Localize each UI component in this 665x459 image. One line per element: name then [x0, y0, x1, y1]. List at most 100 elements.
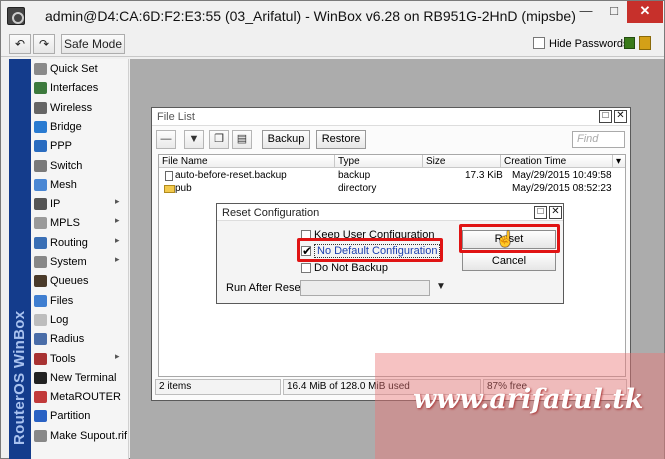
keep-user-config-option[interactable]: Keep User Configuration [301, 229, 434, 241]
sidebar-item-files[interactable]: Files [31, 292, 129, 311]
main-toolbar: ↶ ↷ Safe Mode Hide Passwords [1, 31, 664, 57]
run-after-reset-label: Run After Reset: [226, 282, 307, 294]
redo-button[interactable]: ↷ [33, 34, 55, 54]
sidebar-item-radius[interactable]: Radius [31, 330, 129, 349]
supout-icon [34, 429, 47, 442]
type-cell: backup [338, 170, 371, 181]
do-not-backup-label: Do Not Backup [314, 262, 388, 274]
sidebar-item-switch[interactable]: Switch [31, 157, 129, 176]
hide-passwords-toggle[interactable]: Hide Passwords [533, 37, 628, 50]
sidebar-item-label: Mesh [50, 178, 77, 191]
dropdown-arrow-icon[interactable]: ▼ [436, 281, 446, 292]
sidebar-item-log[interactable]: Log [31, 311, 129, 330]
restore-button[interactable]: Restore [316, 130, 366, 149]
mesh-icon [34, 178, 47, 191]
do-not-backup-checkbox[interactable] [301, 263, 311, 273]
column-menu-icon[interactable]: ▾ [613, 155, 625, 168]
close-button[interactable]: ✕ [627, 1, 663, 23]
reset-dialog-title: Reset Configuration [222, 207, 320, 219]
file-list-titlebar: File List □ ✕ [152, 108, 630, 126]
sidebar-item-ppp[interactable]: PPP [31, 137, 129, 156]
undo-button[interactable]: ↶ [9, 34, 31, 54]
safe-mode-button[interactable]: Safe Mode [61, 34, 125, 54]
wireless-icon [34, 101, 47, 114]
sidebar-item-make-supout-rif[interactable]: Make Supout.rif [31, 427, 129, 446]
sidebar-item-label: Interfaces [50, 82, 99, 95]
sidebar-item-mesh[interactable]: Mesh [31, 176, 129, 195]
queues-icon [34, 275, 47, 288]
column-size[interactable]: Size [423, 155, 501, 168]
brand-label: RouterOS WinBox [11, 310, 28, 445]
table-row[interactable]: auto-before-reset.backup backup 17.3 KiB… [159, 169, 625, 182]
hide-passwords-checkbox[interactable] [533, 37, 545, 49]
terminal-icon [34, 371, 47, 384]
radius-icon [34, 333, 47, 346]
sidebar-item-label: System [50, 256, 87, 268]
column-creation-time[interactable]: Creation Time [501, 155, 613, 168]
sidebar-item-mpls[interactable]: MPLS ▸ [31, 214, 129, 233]
paste-icon[interactable]: ▤ [232, 130, 252, 149]
sidebar-item-metarouter[interactable]: MetaROUTER [31, 388, 129, 407]
copy-icon[interactable]: ❐ [209, 130, 229, 149]
backup-button[interactable]: Backup [262, 130, 310, 149]
routeros-brand-strip: RouterOS WinBox [9, 59, 31, 459]
sidebar-item-ip[interactable]: IP ▸ [31, 195, 129, 214]
mpls-icon [34, 217, 47, 230]
file-name-cell: auto-before-reset.backup [175, 170, 287, 181]
minimize-button[interactable]: — [571, 1, 601, 23]
sidebar-item-quick-set[interactable]: Quick Set [31, 60, 129, 79]
sidebar-item-partition[interactable]: Partition [31, 407, 129, 426]
sidebar-item-label: Make Supout.rif [50, 429, 128, 442]
bridge-icon [34, 120, 47, 133]
no-default-config-option[interactable]: No Default Configuration [301, 244, 441, 258]
sidebar-item-wireless[interactable]: Wireless [31, 99, 129, 118]
column-type[interactable]: Type [335, 155, 423, 168]
ppp-icon [34, 140, 47, 153]
sidebar-item-label: MPLS [50, 217, 80, 230]
quick-set-icon [34, 63, 47, 75]
remove-icon[interactable]: — [156, 130, 176, 149]
time-cell: May/29/2015 08:52:23 [512, 183, 612, 194]
winbox-window: admin@D4:CA:6D:F2:E3:55 (03_Arifatul) - … [0, 0, 665, 459]
reset-dialog-maximize-button[interactable]: □ [534, 206, 547, 219]
reset-dialog-close-button[interactable]: ✕ [549, 206, 562, 219]
sidebar-item-tools[interactable]: Tools ▸ [31, 350, 129, 369]
sidebar-item-label: PPP [50, 140, 73, 153]
item-count: 2 items [155, 379, 281, 395]
file-list-close-button[interactable]: ✕ [614, 110, 627, 123]
do-not-backup-option[interactable]: Do Not Backup [301, 262, 388, 274]
sidebar-item-label: Log [50, 313, 69, 326]
reset-configuration-dialog: Reset Configuration □ ✕ Keep User Config… [216, 203, 564, 304]
sidebar-item-label: IP [50, 198, 61, 211]
sidebar-item-routing[interactable]: Routing ▸ [31, 234, 129, 253]
filter-icon[interactable]: ▼ [184, 130, 204, 149]
sidebar-item-queues[interactable]: Queues [31, 272, 129, 291]
maximize-button[interactable]: □ [599, 1, 629, 23]
sidebar-item-system[interactable]: System ▸ [31, 253, 129, 272]
file-icon [165, 171, 173, 181]
log-icon [34, 313, 47, 326]
find-input[interactable]: Find [572, 131, 625, 148]
winbox-app-icon [7, 7, 25, 25]
window-title: admin@D4:CA:6D:F2:E3:55 (03_Arifatul) - … [45, 8, 576, 24]
sidebar-item-label: Queues [50, 275, 89, 288]
keep-user-config-checkbox[interactable] [301, 230, 311, 240]
sidebar-item-interfaces[interactable]: Interfaces [31, 79, 129, 98]
no-default-config-checkbox[interactable] [301, 244, 312, 258]
column-file-name[interactable]: File Name [159, 155, 335, 168]
folder-icon [164, 185, 175, 193]
submenu-arrow-icon: ▸ [115, 196, 120, 207]
sidebar-item-label: MetaROUTER [50, 391, 121, 404]
type-cell: directory [338, 183, 377, 194]
table-row[interactable]: pub directory May/29/2015 08:52:23 [159, 182, 625, 195]
size-cell: 17.3 KiB [465, 170, 503, 181]
sidebar-item-new-terminal[interactable]: New Terminal [31, 369, 129, 388]
ip-icon [34, 198, 47, 211]
sidebar-item-label: Switch [50, 159, 83, 172]
cancel-button[interactable]: Cancel [462, 252, 556, 271]
no-default-config-label: No Default Configuration [314, 244, 441, 258]
sidebar-item-bridge[interactable]: Bridge [31, 118, 129, 137]
file-list-maximize-button[interactable]: □ [599, 110, 612, 123]
sidebar-item-label: Bridge [50, 120, 82, 133]
run-after-reset-field[interactable] [300, 280, 430, 296]
